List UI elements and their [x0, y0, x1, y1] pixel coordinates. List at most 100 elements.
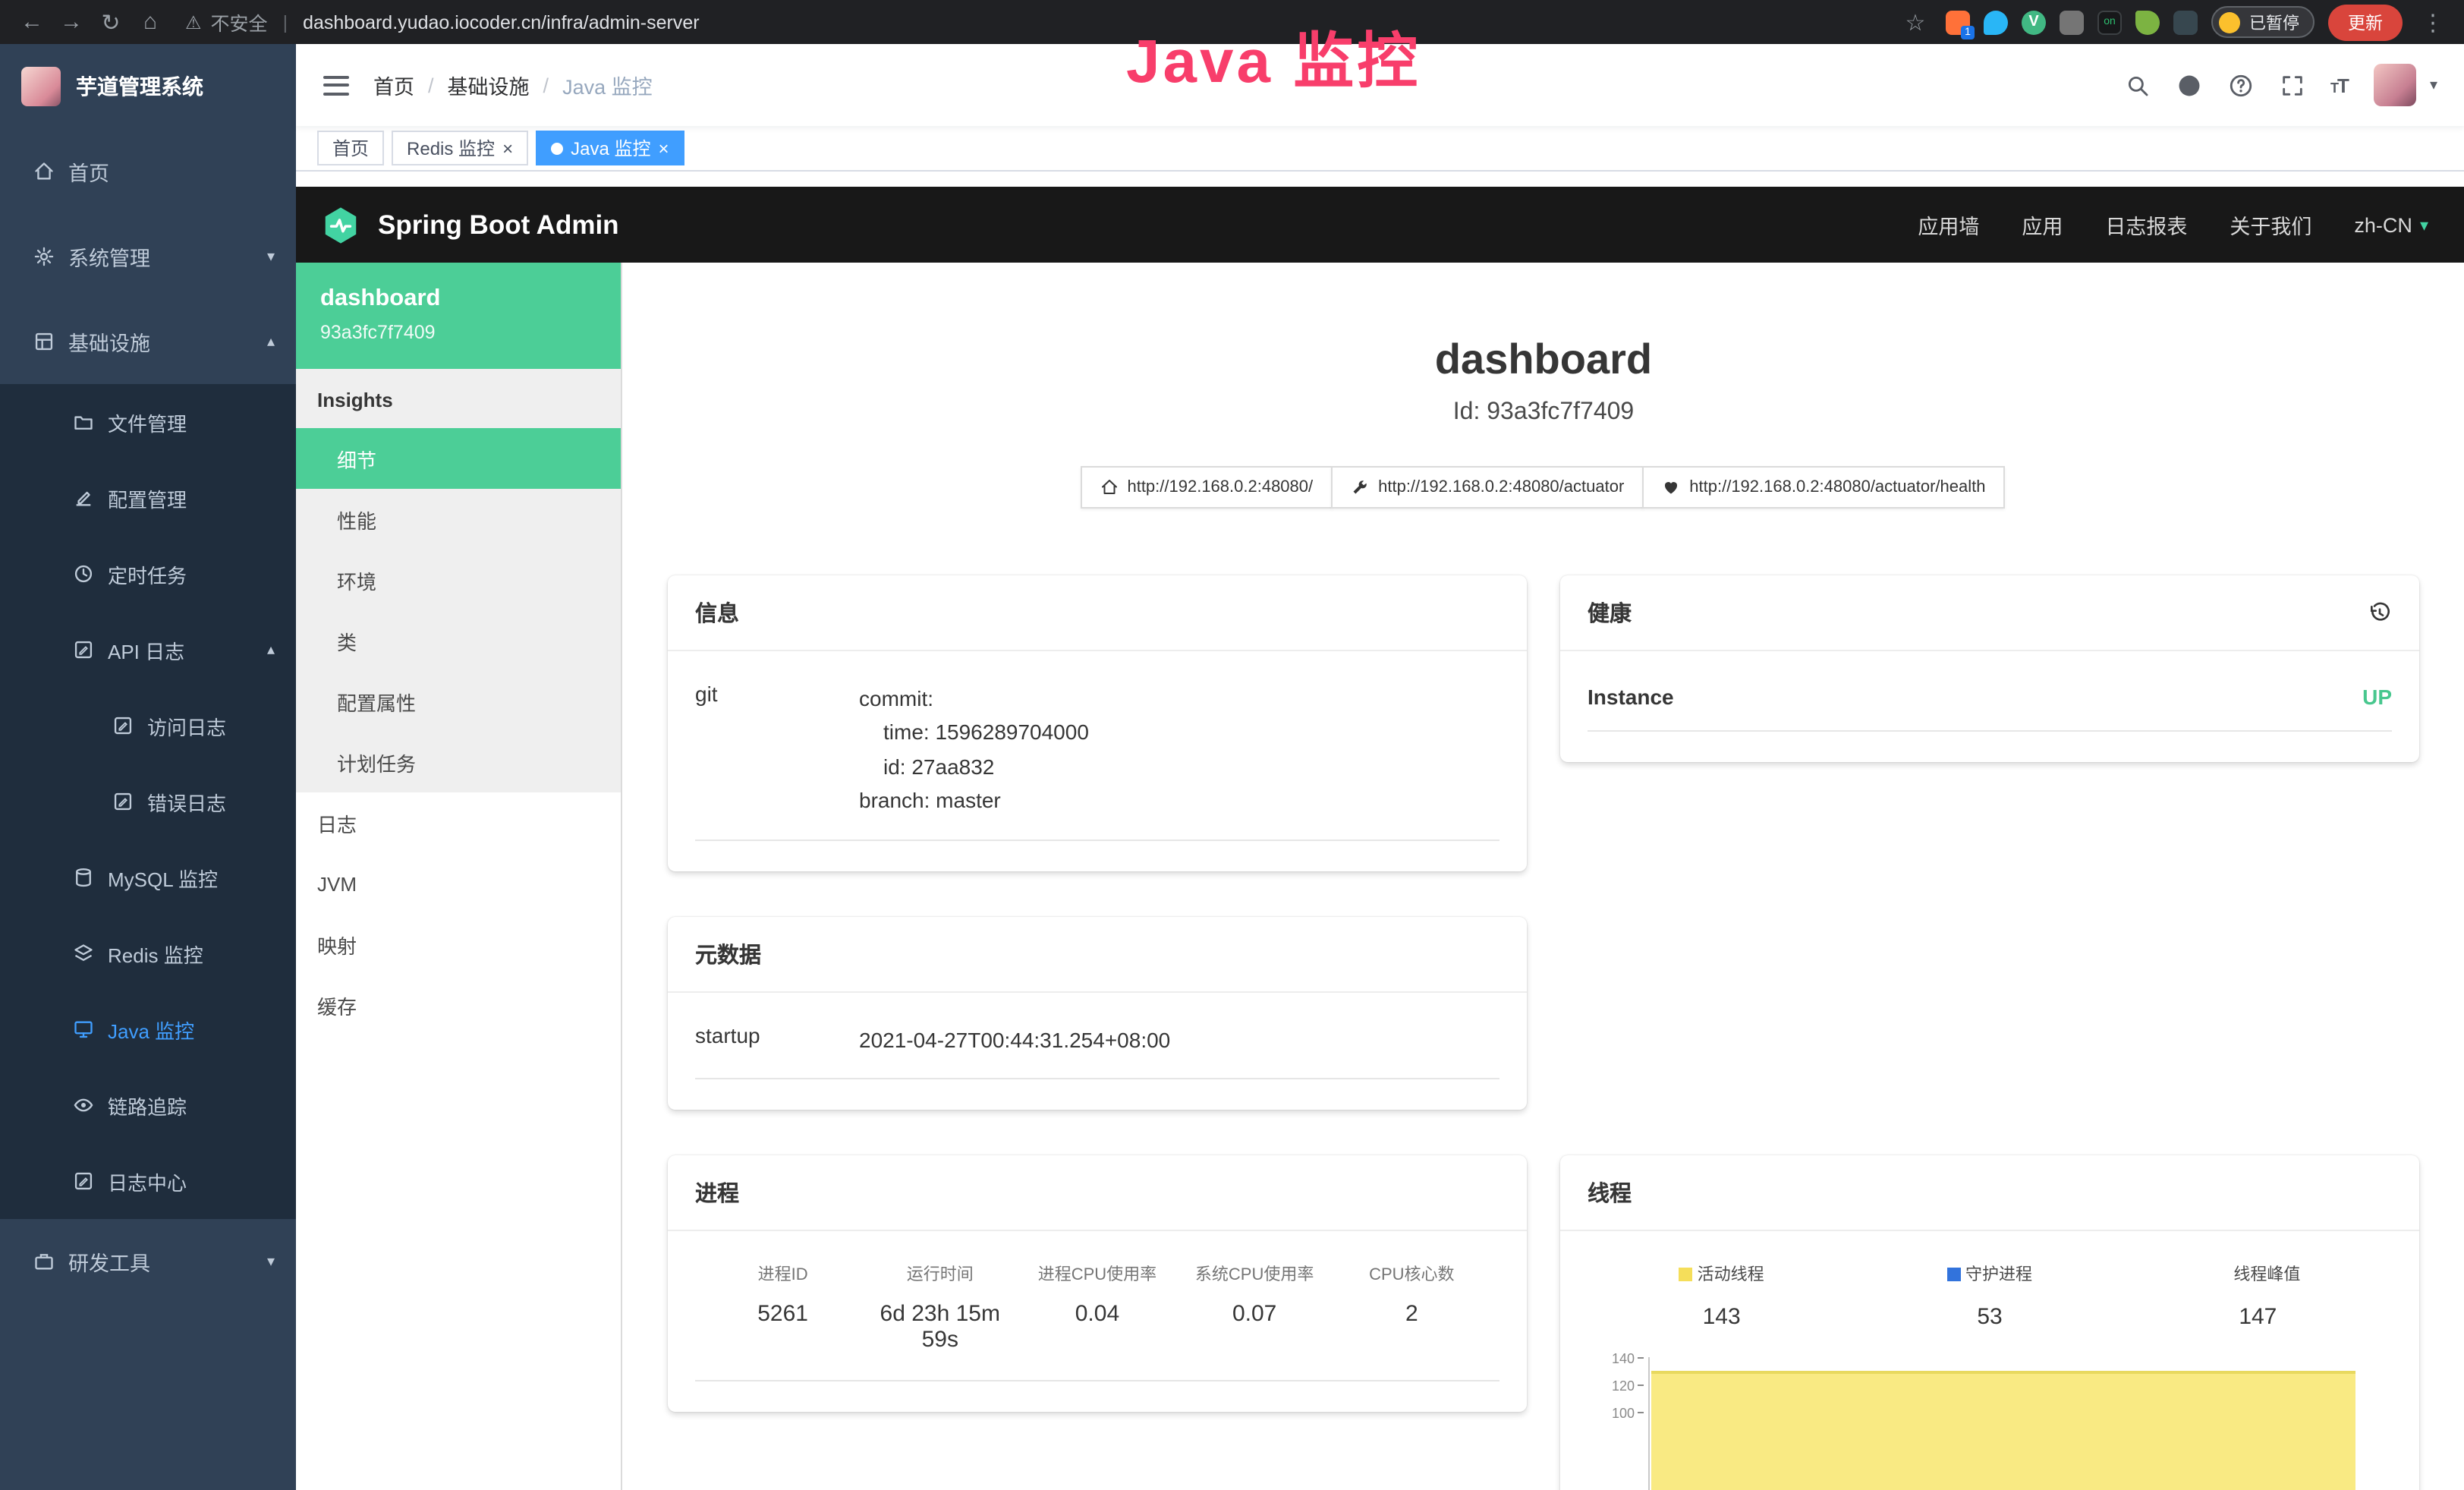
extension-icon[interactable] [2060, 10, 2084, 34]
security-label: 不安全 [211, 8, 268, 36]
kebab-menu-icon[interactable]: ⋮ [2416, 8, 2450, 36]
sidebar-item-java-monitor[interactable]: Java 监控 [0, 991, 296, 1067]
sidebar-item-system-management[interactable]: 系统管理 ▾ [0, 214, 296, 299]
sba-nav-journal[interactable]: 日志报表 [2105, 209, 2187, 240]
threads-chart-yaxis: 140 120 100 [1594, 1357, 1648, 1490]
health-card-title: 健康 [1588, 597, 1632, 628]
github-icon[interactable] [2176, 72, 2201, 98]
sba-menu-logs[interactable]: 日志 [296, 792, 621, 853]
home-icon [33, 161, 55, 182]
sidebar-item-error-logs[interactable]: 错误日志 [0, 764, 296, 840]
home-icon[interactable]: ⌂ [134, 9, 167, 35]
health-instance-row: Instance UP [1588, 663, 2392, 732]
sba-menu-scheduled-tasks[interactable]: 计划任务 [296, 732, 621, 792]
extensions-puzzle-icon[interactable] [2173, 10, 2198, 34]
profile-paused-badge[interactable]: 已暂停 [2211, 6, 2315, 38]
instance-links: http://192.168.0.2:48080/ http://192.168… [668, 466, 2419, 509]
legend-live-threads: 活动线程 143 [1588, 1262, 1855, 1330]
toolbox-icon [33, 1251, 55, 1272]
health-url-link[interactable]: http://192.168.0.2:48080/actuator/health [1642, 466, 2005, 509]
sba-content: dashboard Id: 93a3fc7f7409 http://192.16… [622, 263, 2464, 1490]
sba-nav-wallboard[interactable]: 应用墙 [1918, 209, 1979, 240]
instance-header[interactable]: dashboard 93a3fc7f7409 [296, 263, 621, 369]
tab-java-monitor[interactable]: Java 监控 × [536, 131, 684, 165]
sba-menu-caches[interactable]: 缓存 [296, 975, 621, 1035]
reload-icon[interactable]: ↻ [94, 8, 127, 36]
app-logo[interactable]: 芋道管理系统 [0, 44, 296, 129]
help-icon[interactable] [2227, 72, 2253, 98]
sba-nav-applications[interactable]: 应用 [2022, 209, 2063, 240]
sba-menu-config-props[interactable]: 配置属性 [296, 671, 621, 732]
user-avatar[interactable] [2374, 64, 2416, 106]
log-icon [73, 1170, 94, 1192]
sidebar-item-mysql-monitor[interactable]: MySQL 监控 [0, 840, 296, 915]
breadcrumb-current: Java 监控 [562, 70, 653, 100]
sba-menu-details[interactable]: 细节 [296, 428, 621, 489]
tab-home[interactable]: 首页 [317, 131, 384, 165]
insights-section-label: Insights [296, 369, 621, 428]
clock-icon [73, 563, 94, 584]
metadata-card-title: 元数据 [668, 916, 1527, 992]
sidebar-item-tracing[interactable]: 链路追踪 [0, 1067, 296, 1143]
sidebar-item-redis-monitor[interactable]: Redis 监控 [0, 915, 296, 991]
locale-select[interactable]: zh-CN ▾ [2354, 213, 2428, 236]
sidebar-item-dev-tools[interactable]: 研发工具 ▾ [0, 1219, 296, 1304]
status-badge: UP [2362, 685, 2392, 709]
threads-card-title: 线程 [1560, 1155, 2419, 1231]
sba-menu-environment[interactable]: 环境 [296, 550, 621, 610]
update-button[interactable]: 更新 [2328, 4, 2403, 40]
legend-daemon-threads: 守护进程 53 [1855, 1262, 2123, 1330]
sidebar-item-infrastructure[interactable]: 基础设施 ▴ [0, 299, 296, 384]
tab-redis-monitor[interactable]: Redis 监控 × [392, 131, 528, 165]
extension-icon[interactable]: V [2022, 10, 2046, 34]
fullscreen-icon[interactable] [2279, 72, 2305, 98]
sidebar-item-log-center[interactable]: 日志中心 [0, 1143, 296, 1219]
chrome-right-cluster: ☆ 1 V on 已暂停 更新 ⋮ [1899, 4, 2450, 40]
sba-menu-jvm[interactable]: JVM [296, 853, 621, 914]
close-icon[interactable]: × [502, 137, 513, 159]
breadcrumb-infrastructure[interactable]: 基础设施 [448, 70, 530, 100]
sba-nav-about[interactable]: 关于我们 [2230, 209, 2311, 240]
bookmark-star-icon[interactable]: ☆ [1899, 8, 1932, 36]
not-secure-warning-icon: ⚠ [185, 11, 202, 33]
chevron-down-icon: ▾ [267, 1253, 275, 1270]
sba-brand[interactable]: Spring Boot Admin [320, 204, 619, 245]
extension-icon[interactable] [1984, 10, 2008, 34]
service-url-link[interactable]: http://192.168.0.2:48080/ [1080, 466, 1333, 509]
sba-menu-metrics[interactable]: 性能 [296, 489, 621, 550]
sidebar-item-home[interactable]: 首页 [0, 129, 296, 214]
threads-chart: 140 120 100 [1594, 1357, 2377, 1490]
sidebar-item-scheduled-jobs[interactable]: 定时任务 [0, 536, 296, 612]
threads-chart-plot [1648, 1357, 2377, 1490]
back-icon[interactable]: ← [15, 9, 49, 35]
log-icon [112, 791, 134, 812]
info-card-title: 信息 [668, 575, 1527, 651]
extension-icon[interactable]: 1 [1946, 10, 1970, 34]
extension-icon[interactable]: on [2097, 10, 2122, 34]
legend-peak-threads: 线程峰值 147 [2124, 1262, 2392, 1330]
font-size-icon[interactable]: TT [2330, 74, 2348, 96]
forward-icon[interactable]: → [55, 9, 88, 35]
sidebar-item-api-logs[interactable]: API 日志 ▴ [0, 612, 296, 688]
sba-menu-mappings[interactable]: 映射 [296, 914, 621, 975]
process-metric: 进程ID 5261 [704, 1262, 861, 1353]
annotation-text: Java 监控 [1126, 12, 1421, 100]
app-title: 芋道管理系统 [76, 71, 203, 102]
sidebar-item-config-management[interactable]: 配置管理 [0, 460, 296, 536]
edit-icon [73, 487, 94, 509]
breadcrumb-home[interactable]: 首页 [373, 70, 414, 100]
sidebar-item-access-logs[interactable]: 访问日志 [0, 688, 296, 764]
process-metrics-row: 进程ID 5261 运行时间 6d 23h 15m 59s [695, 1243, 1499, 1381]
hamburger-menu-icon[interactable] [323, 75, 349, 95]
log-icon [73, 639, 94, 660]
avatar-caret-icon[interactable]: ▾ [2430, 77, 2437, 93]
address-bar[interactable]: ⚠ 不安全 | dashboard.yudao.iocoder.cn/infra… [185, 8, 700, 36]
sba-menu-classes[interactable]: 类 [296, 610, 621, 671]
close-icon[interactable]: × [658, 137, 669, 159]
search-icon[interactable] [2124, 72, 2150, 98]
extension-icon[interactable] [2135, 10, 2160, 34]
address-separator: | [283, 11, 288, 33]
actuator-url-link[interactable]: http://192.168.0.2:48080/actuator [1331, 466, 1644, 509]
sidebar-item-file-management[interactable]: 文件管理 [0, 384, 296, 460]
history-refresh-icon[interactable] [2368, 600, 2392, 625]
